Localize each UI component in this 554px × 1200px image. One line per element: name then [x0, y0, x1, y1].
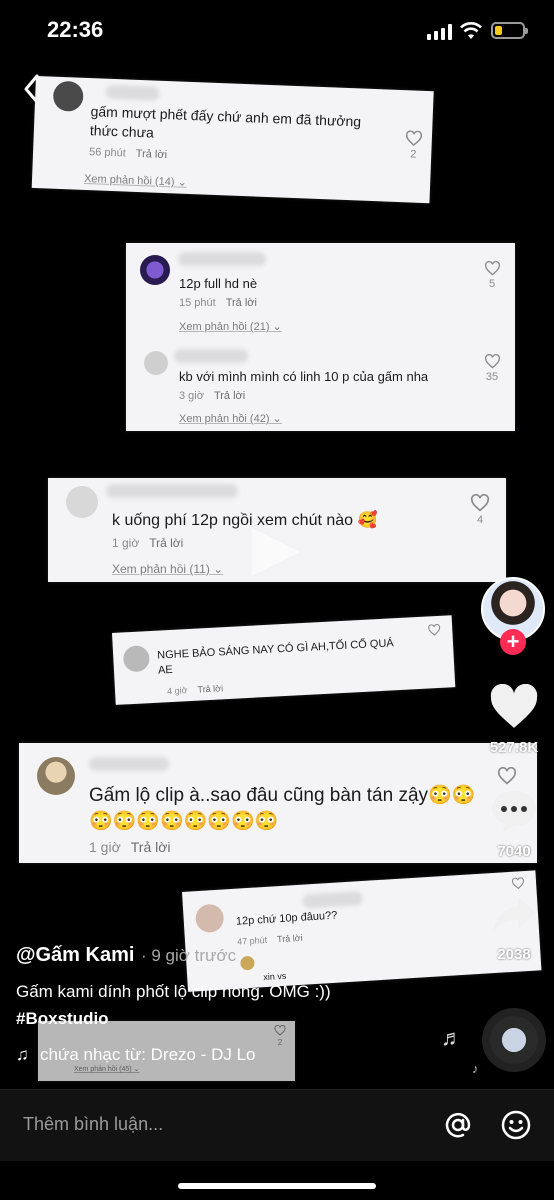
video-caption: Gấm kami dính phốt lộ clip nóng. OMG :)) [16, 982, 331, 1001]
comment-card[interactable]: k uống phí 12p ngồi xem chút nào 🥰 1 giờ… [48, 478, 506, 582]
heart-outline-icon [511, 877, 524, 890]
follow-button[interactable]: + [500, 629, 526, 655]
comment-card[interactable]: gấm mượt phết đấy chứ anh em đã thưởng t… [31, 76, 434, 204]
comment-action[interactable]: 7040 [484, 788, 544, 860]
comment-like[interactable]: 5 [482, 261, 502, 290]
emoji-icon[interactable] [500, 1109, 532, 1141]
reply-button[interactable]: Trả lời [277, 933, 303, 945]
mention-at-icon[interactable] [442, 1109, 474, 1141]
comment-meta: 47 phút Trả lời [236, 932, 303, 947]
view-replies-link[interactable]: Xem phản hồi (14) ⌄ [84, 172, 187, 189]
comment-like[interactable]: 4 [470, 494, 490, 526]
heart-outline-icon [484, 354, 500, 369]
hashtag-link[interactable]: #Boxstudio [16, 1009, 109, 1029]
reply-button[interactable]: Trả lời [226, 297, 257, 309]
comment-text: kb với mình mình có linh 10 p của gấm nh… [179, 369, 429, 384]
post-time: · 9 giờ trước [141, 946, 237, 965]
avatar[interactable] [52, 80, 84, 112]
avatar[interactable] [66, 486, 98, 518]
reply-button[interactable]: Trả lời [136, 148, 168, 161]
avatar[interactable] [194, 903, 225, 934]
view-replies-link[interactable]: Xem phản hồi (45) ⌄ [74, 1065, 139, 1073]
comment-meta: 1 giờ Trả lời [89, 839, 171, 855]
heart-outline-icon [497, 767, 517, 785]
comment-like[interactable] [424, 623, 445, 637]
heart-outline-icon [405, 130, 423, 147]
view-replies-link[interactable]: Xem phản hồi (42) ⌄ [179, 412, 282, 425]
comment-meta: 15 phút Trả lời [179, 297, 257, 309]
comment-input[interactable]: Thêm bình luận... [23, 1114, 163, 1135]
battery-icon [491, 22, 528, 39]
avatar[interactable] [37, 757, 75, 795]
comment-text: gấm mượt phết đấy chứ anh em đã thưởng t… [89, 103, 362, 141]
status-bar: 22:36 [0, 0, 554, 60]
comment-bar: Thêm bình luận... [0, 1089, 554, 1161]
view-replies-link[interactable]: Xem phản hồi (21) ⌄ [179, 320, 282, 333]
comment-card[interactable]: 12p full hd nè 15 phút Trả lời Xem phản h… [126, 243, 515, 431]
heart-outline-icon [274, 1025, 286, 1036]
comment-text: NGHE BẢO SÁNG NAY CÓ GÌ AH,TỐI CỐ QUÁ AE [156, 637, 394, 677]
play-icon[interactable] [244, 524, 308, 580]
heart-outline-icon [428, 623, 441, 636]
cellular-signal-icon [427, 24, 453, 40]
reply-button[interactable]: Trả lời [131, 839, 171, 855]
comment-like[interactable] [508, 877, 529, 890]
comment-card[interactable]: Gấm lộ clip à..sao đâu cũng bàn tán zậy😳… [19, 743, 537, 863]
comment-meta: 4 giờ Trả lời [166, 683, 224, 697]
reply-button[interactable]: Trả lời [214, 390, 245, 402]
heart-outline-icon [470, 494, 490, 512]
comment-like[interactable] [497, 767, 517, 785]
view-replies-link[interactable]: Xem phản hồi (11) ⌄ [112, 562, 223, 576]
avatar[interactable] [140, 255, 170, 285]
comment-meta: 3 giờ Trả lời [179, 390, 246, 402]
heart-icon [490, 683, 538, 728]
comment-like[interactable]: 2 [403, 130, 424, 161]
comment-text: 12p full hd nè [179, 276, 258, 291]
comment-bubble-icon [492, 791, 536, 832]
music-info[interactable]: ♫ chứa nhạc từ: Drezo - DJ Lo [16, 1045, 256, 1065]
comment-like[interactable]: 35 [482, 354, 502, 383]
avatar[interactable] [122, 645, 151, 673]
floating-music-note-icon: ♪ [472, 1061, 479, 1076]
share-action[interactable]: 2038 [484, 893, 544, 963]
comment-text: 12p chứ 10p đâuu?? [235, 909, 338, 928]
reply-button[interactable]: Trả lời [197, 683, 223, 694]
like-action[interactable]: 527.8K [484, 683, 544, 756]
clock: 22:36 [47, 17, 104, 42]
avatar[interactable] [144, 351, 168, 375]
share-arrow-icon [493, 897, 536, 933]
comment-meta: 1 giờ Trả lời [112, 536, 184, 550]
creator-username[interactable]: @Gấm Kami [16, 944, 134, 967]
comment-like[interactable]: 2 [270, 1025, 290, 1047]
music-note-icon: ♫ [16, 1045, 29, 1064]
reply-button[interactable]: Trả lời [149, 536, 183, 550]
music-disc[interactable] [482, 1008, 546, 1072]
heart-outline-icon [484, 261, 500, 276]
comment-meta: 56 phút Trả lời [88, 146, 168, 162]
floating-music-note-icon: ♬ [441, 1025, 463, 1050]
wifi-icon [460, 22, 482, 39]
avatar[interactable] [240, 955, 255, 971]
home-indicator [178, 1183, 376, 1189]
comment-text-emoji: 😳😳😳😳😳😳😳😳 [89, 811, 279, 832]
comment-text: Gấm lộ clip à..sao đâu cũng bàn tán zậy😳… [89, 785, 476, 806]
comment-card[interactable]: NGHE BẢO SÁNG NAY CÓ GÌ AH,TỐI CỐ QUÁ AE… [112, 615, 456, 705]
